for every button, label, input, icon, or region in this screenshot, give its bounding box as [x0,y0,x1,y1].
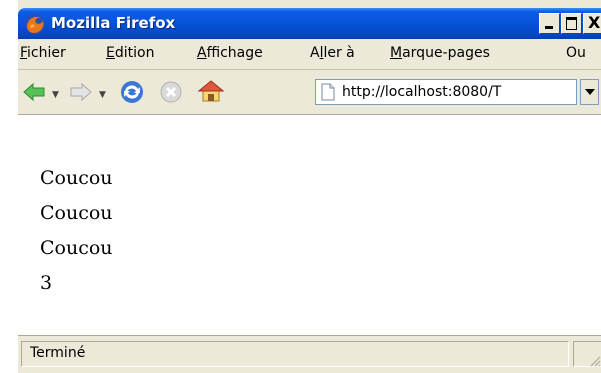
stop-icon[interactable] [159,80,183,104]
status-text: Terminé [30,345,86,361]
firefox-logo-icon [25,14,45,34]
browser-window: Mozilla Firefox X Fichier Edition Affich… [18,0,601,373]
menu-bar: Fichier Edition Affichage Aller à Marque… [18,39,601,70]
content-line: Coucou [40,237,113,259]
close-icon: X [588,13,601,32]
close-button[interactable]: X [583,13,601,34]
back-dropdown-icon[interactable]: ▼ [52,90,59,100]
status-panel: Terminé [21,341,569,367]
forward-arrow-icon[interactable] [69,81,93,103]
back-arrow-icon[interactable] [22,81,46,103]
reload-icon[interactable] [119,79,145,105]
content-line: Coucou [40,202,113,224]
menu-affichage[interactable]: Affichage [197,45,263,61]
maximize-button[interactable] [561,13,582,34]
page-icon [321,83,335,101]
address-bar[interactable]: http://localhost:8080/T [315,79,577,105]
home-icon[interactable] [198,79,224,103]
content-line: 3 [40,272,53,294]
forward-dropdown-icon[interactable]: ▼ [99,90,106,100]
resize-grip-icon[interactable] [588,354,601,368]
menu-edition[interactable]: Edition [106,45,154,61]
address-dropdown-button[interactable] [580,79,599,105]
menu-aller-a[interactable]: Aller à [310,45,355,61]
window-title: Mozilla Firefox [51,14,176,32]
menu-fichier[interactable]: Fichier [20,45,66,61]
url-text: http://localhost:8080/T [342,84,502,100]
navigation-toolbar: ▼ ▼ http://localhost:8080/T [18,70,601,115]
minimize-button[interactable] [539,13,560,34]
title-bar[interactable]: Mozilla Firefox X [18,8,601,39]
status-bar: Terminé [18,335,601,373]
menu-outils[interactable]: Ou [566,45,586,61]
page-content: Coucou Coucou Coucou 3 [18,115,601,335]
menu-marque-pages[interactable]: Marque-pages [390,45,490,61]
content-line: Coucou [40,167,113,189]
